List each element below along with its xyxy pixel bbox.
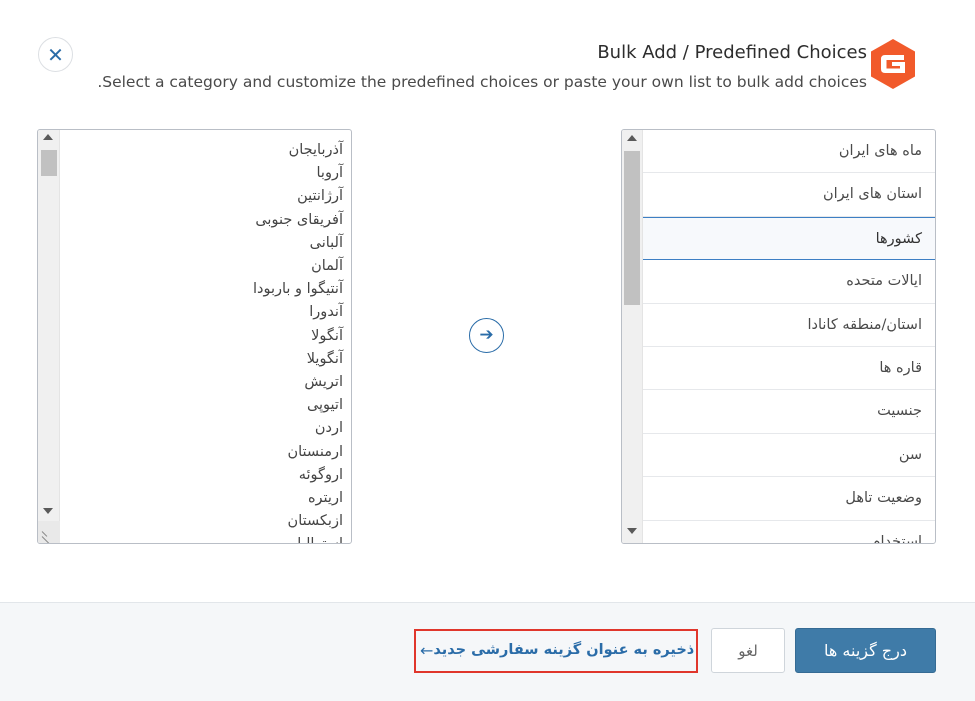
category-item[interactable]: سن	[643, 434, 935, 478]
gravity-forms-logo	[871, 39, 915, 89]
choice-line: اردن	[314, 420, 343, 437]
category-item[interactable]: استان های ایران	[643, 173, 935, 217]
category-item[interactable]: استخدام	[643, 521, 935, 543]
choice-line: آذربایجان	[288, 142, 343, 158]
arrow-left-icon: ←	[420, 640, 434, 660]
category-item[interactable]: ایالات متحده	[643, 260, 935, 304]
dialog-subtitle: .Select a category and customize the pre…	[97, 73, 867, 91]
category-item[interactable]: جنسیت	[643, 390, 935, 434]
close-icon: ✕	[47, 42, 64, 67]
choice-line: آلمان	[311, 258, 343, 275]
choice-line: آندورا	[309, 304, 343, 321]
choice-line: ازبکستان	[287, 513, 343, 530]
save-link-label: ذخیره به عنوان گزینه سفارشی جدید	[433, 642, 695, 658]
scroll-down-icon[interactable]	[43, 508, 53, 514]
arrow-right-icon: ➔	[479, 325, 494, 345]
choice-line: آنگویلا	[306, 350, 343, 367]
scroll-up-icon[interactable]	[627, 135, 637, 141]
resize-handle-icon[interactable]	[38, 521, 60, 543]
category-scrollbar[interactable]	[622, 130, 643, 543]
category-item[interactable]: کشورها	[643, 216, 935, 261]
close-button[interactable]: ✕	[38, 37, 73, 72]
scroll-thumb[interactable]	[624, 151, 640, 305]
choice-line: آنتیگوا و باربودا	[252, 281, 343, 298]
choices-list: آذربایجان آروبا آرژانتین آفریقای جنوبی آلبان…	[252, 139, 344, 543]
choice-line: ارمنستان	[287, 443, 343, 460]
save-as-custom-choice-link[interactable]: ← ذخیره به عنوان گزینه سفارشی جدید	[420, 638, 694, 662]
choice-line: آفریقای جنوبی	[255, 211, 343, 228]
choice-line: آنگولا	[311, 327, 343, 344]
choice-line: اروگوئه	[298, 466, 343, 483]
category-list-box[interactable]: ماه های ایران استان های ایران کشورها ایالات…	[621, 129, 936, 544]
cancel-button[interactable]: لغو	[711, 628, 785, 673]
scroll-up-icon[interactable]	[43, 134, 53, 140]
choices-scrollbar[interactable]	[38, 130, 60, 543]
dialog-title: Bulk Add / Predefined Choices	[597, 42, 867, 63]
apply-category-button[interactable]: ➔	[469, 318, 504, 353]
insert-choices-button[interactable]: درج گزینه ها	[795, 628, 936, 673]
choice-line: اتیوپی	[306, 397, 343, 414]
scroll-down-icon[interactable]	[627, 528, 637, 534]
scroll-thumb[interactable]	[41, 150, 57, 176]
category-item[interactable]: وضعیت تاهل	[643, 477, 935, 521]
choice-line: آلبانی	[309, 234, 343, 251]
category-item[interactable]: قاره ها	[643, 347, 935, 391]
choice-line: اتریش	[304, 374, 343, 391]
choices-textarea[interactable]: آذربایجان آروبا آرژانتین آفریقای جنوبی آلبان…	[37, 129, 352, 544]
choice-line: اریتره	[307, 490, 343, 507]
category-item[interactable]: استان/منطقه کانادا	[643, 304, 935, 347]
category-list: ماه های ایران استان های ایران کشورها ایالات…	[643, 130, 935, 543]
choice-line: آرژانتین	[297, 188, 343, 205]
choice-line: استرالیا	[253, 533, 343, 543]
choice-line: آروبا	[316, 165, 344, 182]
category-item[interactable]: ماه های ایران	[643, 130, 935, 174]
